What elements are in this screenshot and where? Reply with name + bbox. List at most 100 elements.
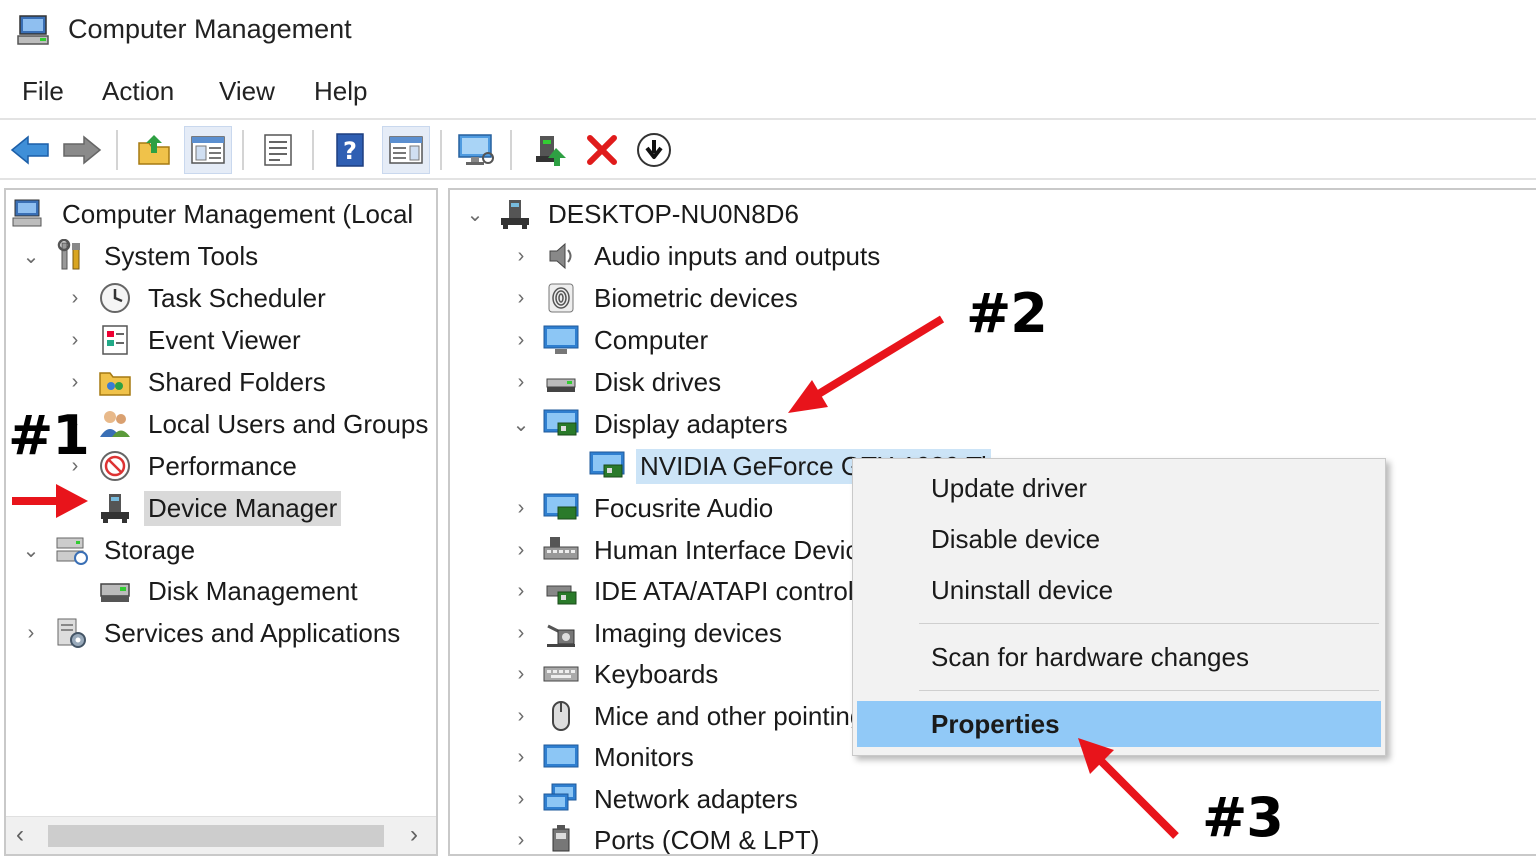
- show-tree-icon[interactable]: [184, 126, 232, 174]
- device-category-computer[interactable]: › Computer: [510, 320, 712, 360]
- device-category-imaging[interactable]: › Imaging devices: [510, 613, 786, 653]
- device-category-keyboards[interactable]: › Keyboards: [510, 654, 722, 694]
- chevron-right-icon[interactable]: ›: [510, 613, 532, 653]
- tree-label: Computer: [594, 324, 709, 355]
- uninstall-icon[interactable]: [578, 126, 626, 174]
- menu-help[interactable]: Help: [314, 76, 367, 107]
- event-log-icon: [96, 321, 134, 359]
- context-menu: Update driver Disable device Uninstall d…: [852, 458, 1386, 756]
- chevron-down-icon[interactable]: ⌄: [20, 236, 42, 276]
- tree-label: Audio inputs and outputs: [594, 240, 881, 271]
- performance-icon: [96, 447, 134, 485]
- chevron-right-icon[interactable]: ›: [510, 779, 532, 819]
- chevron-down-icon[interactable]: ⌄: [510, 404, 532, 444]
- scrollbar-thumb[interactable]: [48, 825, 384, 847]
- tree-item-shared-folders[interactable]: › Shared Folders: [64, 362, 330, 402]
- annotation-3: #3: [1202, 786, 1284, 849]
- speaker-icon: [542, 237, 580, 275]
- chevron-right-icon[interactable]: ›: [510, 278, 532, 318]
- chevron-right-icon[interactable]: ›: [64, 278, 86, 318]
- tree-label: Display adapters: [594, 408, 788, 439]
- tree-item-storage[interactable]: ⌄ Storage: [20, 530, 199, 570]
- chevron-right-icon[interactable]: ›: [64, 320, 86, 360]
- services-icon: [52, 614, 90, 652]
- menu-view[interactable]: View: [219, 76, 275, 107]
- update-driver-icon[interactable]: [526, 126, 574, 174]
- scroll-right-icon[interactable]: ›: [410, 821, 418, 849]
- tree-label: Human Interface Devices: [594, 534, 886, 565]
- tree-label: Shared Folders: [148, 366, 326, 397]
- toolbar: ?: [0, 118, 1536, 180]
- chevron-right-icon[interactable]: ›: [510, 696, 532, 736]
- menu-item-properties[interactable]: Properties: [857, 701, 1381, 747]
- device-category-ports[interactable]: › Ports (COM & LPT): [510, 820, 823, 855]
- tree-item-disk-management[interactable]: Disk Management: [64, 571, 362, 611]
- tree-root-computer-management[interactable]: Computer Management (Local: [10, 194, 417, 234]
- tree-item-system-tools[interactable]: ⌄ System Tools: [20, 236, 262, 276]
- device-category-network-adapters[interactable]: › Network adapters: [510, 779, 802, 819]
- scroll-left-icon[interactable]: ‹: [16, 821, 24, 849]
- device-category-hid[interactable]: › Human Interface Devices: [510, 530, 890, 570]
- show-action-pane-icon[interactable]: [382, 126, 430, 174]
- up-folder-icon[interactable]: [130, 126, 178, 174]
- menu-item-update-driver[interactable]: Update driver: [857, 465, 1381, 511]
- device-tree-root[interactable]: ⌄ DESKTOP-NU0N8D6: [464, 194, 803, 234]
- forward-icon[interactable]: [58, 126, 106, 174]
- device-manager-icon: [96, 489, 134, 527]
- chevron-down-icon[interactable]: ⌄: [464, 194, 486, 234]
- storage-icon: [52, 531, 90, 569]
- properties-icon[interactable]: [254, 126, 302, 174]
- chevron-right-icon[interactable]: ›: [64, 362, 86, 402]
- keyboard-icon: [542, 655, 580, 693]
- download-icon[interactable]: [630, 126, 678, 174]
- tree-item-services-and-applications[interactable]: › Services and Applications: [20, 613, 404, 653]
- monitor-icon[interactable]: [452, 126, 500, 174]
- chevron-right-icon[interactable]: ›: [510, 820, 532, 854]
- tree-label: DESKTOP-NU0N8D6: [548, 198, 799, 229]
- tree-item-task-scheduler[interactable]: › Task Scheduler: [64, 278, 330, 318]
- chevron-right-icon[interactable]: ›: [510, 571, 532, 611]
- chevron-right-icon[interactable]: ›: [510, 530, 532, 570]
- device-category-monitors[interactable]: › Monitors: [510, 737, 698, 777]
- tree-label: Task Scheduler: [148, 282, 326, 313]
- chevron-right-icon[interactable]: ›: [510, 488, 532, 528]
- display-adapter-icon: [542, 405, 580, 443]
- annotation-1: #1: [8, 404, 90, 467]
- chevron-right-icon[interactable]: ›: [510, 320, 532, 360]
- chevron-right-icon[interactable]: ›: [510, 236, 532, 276]
- menu-file[interactable]: File: [22, 76, 64, 107]
- tree-label: Disk Management: [148, 575, 358, 606]
- back-icon[interactable]: [6, 126, 54, 174]
- tree-label: Computer Management (Local: [62, 198, 414, 229]
- tree-item-local-users-and-groups[interactable]: › Local Users and Groups: [64, 404, 432, 444]
- chevron-right-icon[interactable]: ›: [20, 613, 42, 653]
- device-category-display-adapters[interactable]: ⌄ Display adapters: [510, 404, 792, 444]
- chevron-down-icon[interactable]: ⌄: [20, 530, 42, 570]
- tree-label: Local Users and Groups: [148, 408, 429, 439]
- horizontal-scrollbar[interactable]: ‹ ›: [6, 816, 436, 854]
- disk-icon: [96, 572, 134, 610]
- menu-item-disable-device[interactable]: Disable device: [857, 516, 1381, 562]
- help-icon[interactable]: ?: [326, 126, 374, 174]
- menu-item-uninstall-device[interactable]: Uninstall device: [857, 567, 1381, 613]
- mouse-icon: [542, 697, 580, 735]
- port-icon: [542, 821, 580, 854]
- tree-item-performance[interactable]: › Performance: [64, 446, 301, 486]
- chevron-right-icon[interactable]: ›: [510, 737, 532, 777]
- menu-action[interactable]: Action: [102, 76, 174, 107]
- menu-item-scan-hardware[interactable]: Scan for hardware changes: [857, 634, 1381, 680]
- tree-item-device-manager[interactable]: Device Manager: [64, 488, 342, 528]
- device-category-biometric[interactable]: › Biometric devices: [510, 278, 802, 318]
- tree-label: Disk drives: [594, 366, 722, 397]
- camera-icon: [542, 614, 580, 652]
- chevron-right-icon[interactable]: ›: [510, 654, 532, 694]
- device-category-audio[interactable]: › Audio inputs and outputs: [510, 236, 884, 276]
- device-category-focusrite-audio[interactable]: › Focusrite Audio: [510, 488, 777, 528]
- tools-icon: [52, 237, 90, 275]
- device-category-ide-ata[interactable]: › IDE ATA/ATAPI controllers: [510, 571, 900, 611]
- computer-tower-icon: [496, 195, 534, 233]
- tree-item-event-viewer[interactable]: › Event Viewer: [64, 320, 305, 360]
- chevron-right-icon[interactable]: ›: [510, 362, 532, 402]
- users-icon: [96, 405, 134, 443]
- device-category-disk-drives[interactable]: › Disk drives: [510, 362, 725, 402]
